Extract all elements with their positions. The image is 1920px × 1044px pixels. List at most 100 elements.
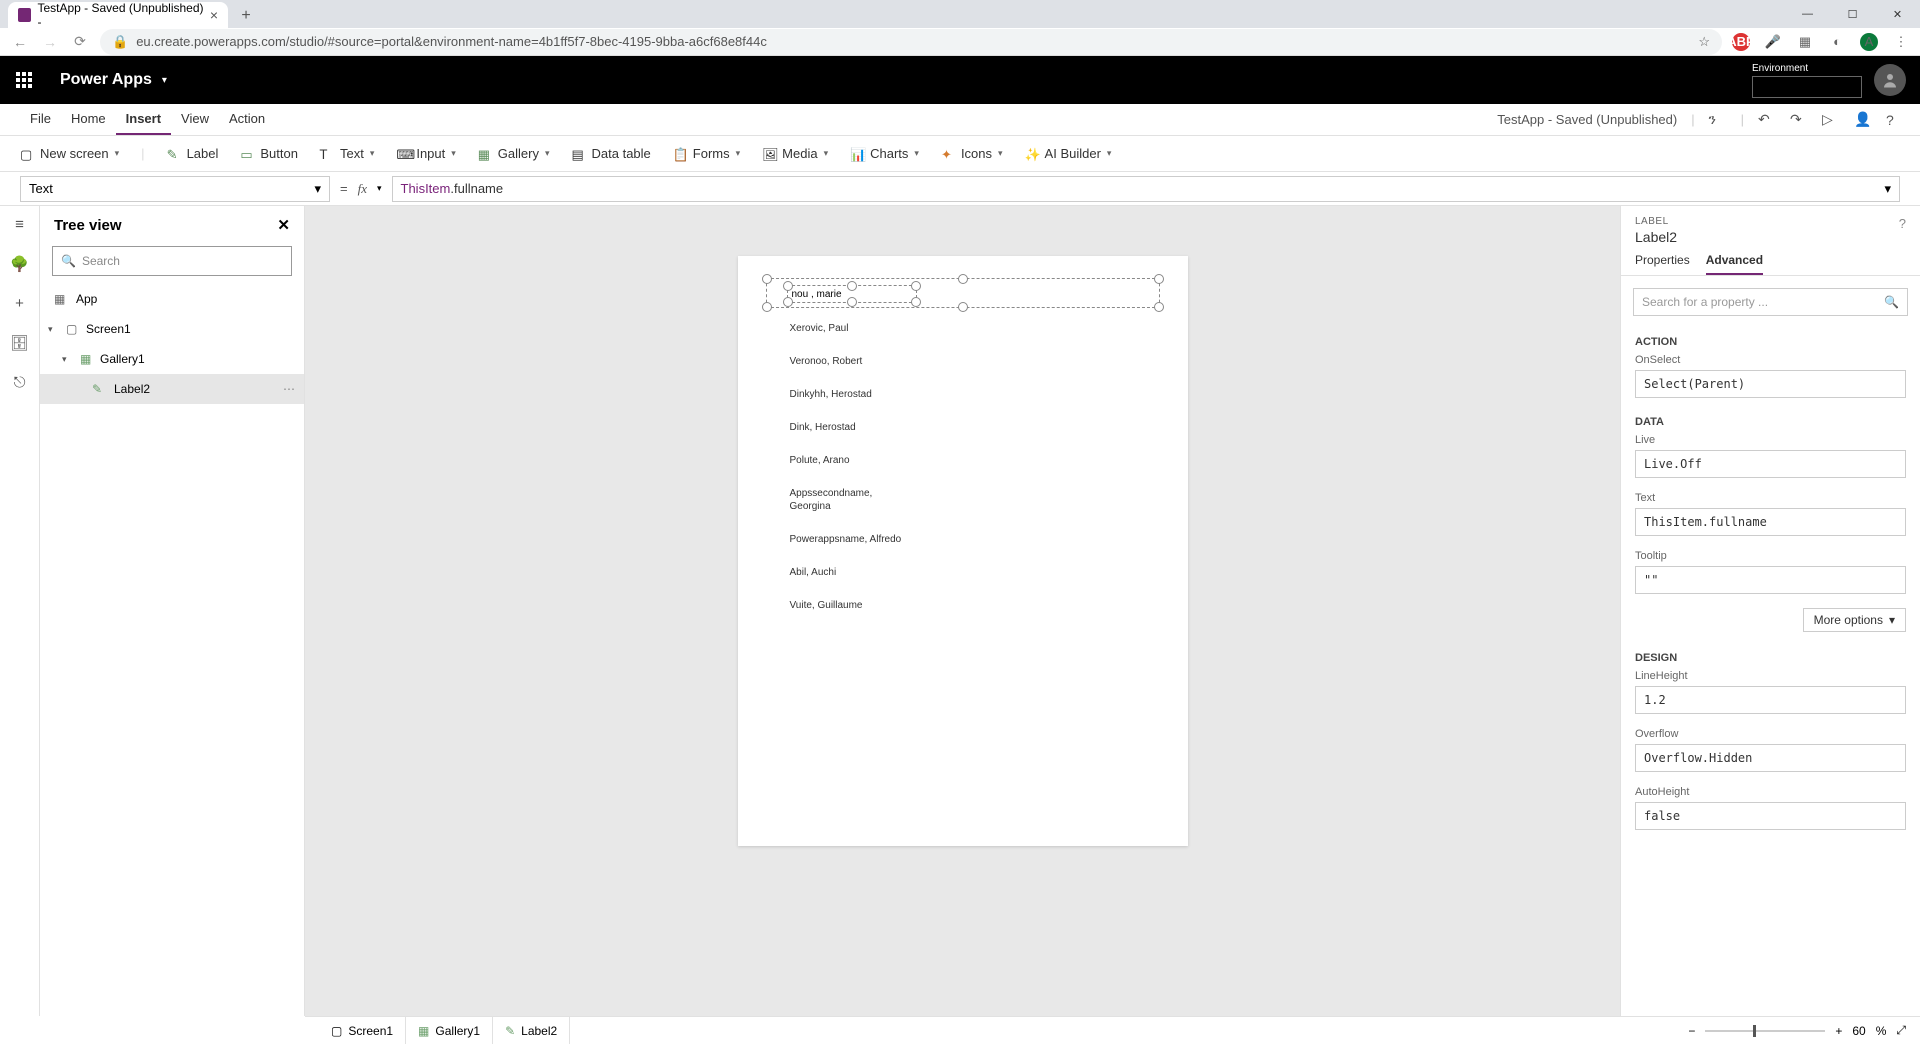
more-icon[interactable]: ⋯: [283, 382, 296, 396]
browser-tab[interactable]: TestApp - Saved (Unpublished) - ×: [8, 2, 228, 28]
more-options-button[interactable]: More options ▾: [1803, 608, 1906, 632]
insert-icon[interactable]: +: [15, 295, 24, 312]
user-avatar[interactable]: [1874, 64, 1906, 96]
tree-node-gallery[interactable]: ▾ ▦ Gallery1: [40, 344, 304, 374]
play-icon[interactable]: ▷: [1822, 111, 1840, 128]
resize-handle[interactable]: [911, 281, 921, 291]
close-window-icon[interactable]: ✕: [1875, 0, 1920, 28]
undo-icon[interactable]: ↶: [1758, 111, 1776, 128]
resize-handle[interactable]: [1154, 274, 1164, 284]
ext-icon-2[interactable]: ◐: [1828, 33, 1846, 51]
brand-caret-icon[interactable]: ▾: [162, 75, 167, 86]
help-icon[interactable]: ?: [1886, 112, 1904, 128]
gallery-item[interactable]: Appssecondname, Georgina: [766, 477, 886, 523]
property-search[interactable]: Search for a property ... 🔍: [1633, 288, 1908, 316]
menu-insert[interactable]: Insert: [116, 104, 171, 135]
tree-node-app[interactable]: ▦ App: [40, 284, 304, 314]
menu-icon[interactable]: ⋮: [1892, 33, 1910, 51]
star-icon[interactable]: ☆: [1698, 34, 1710, 50]
breadcrumb-screen[interactable]: ▢ Screen1: [319, 1017, 406, 1044]
tab-close-icon[interactable]: ×: [210, 7, 218, 23]
gallery-template-row[interactable]: nou , marie: [766, 278, 1160, 308]
resize-handle[interactable]: [958, 274, 968, 284]
input-button[interactable]: ⌨Input▾: [396, 146, 455, 161]
media-rail-icon[interactable]: ⎋: [14, 374, 26, 391]
gallery-item[interactable]: Powerappsname, Alfredo: [766, 523, 1160, 556]
app-checker-icon[interactable]: ን: [1709, 111, 1727, 128]
fit-icon[interactable]: ⤢: [1896, 1023, 1906, 1038]
gallery-button[interactable]: ▦Gallery▾: [478, 146, 550, 161]
ext-icon-1[interactable]: ▦: [1796, 33, 1814, 51]
gallery-item[interactable]: Dinkyhh, Herostad: [766, 378, 1160, 411]
autoheight-input[interactable]: false: [1635, 802, 1906, 830]
lineheight-input[interactable]: 1.2: [1635, 686, 1906, 714]
media-button[interactable]: 🖼Media▾: [762, 146, 828, 161]
breadcrumb-label[interactable]: ✎ Label2: [493, 1017, 570, 1044]
zoom-slider[interactable]: [1705, 1030, 1825, 1032]
label-button[interactable]: ✎Label: [167, 146, 219, 161]
text-button[interactable]: ᎢText▾: [320, 146, 374, 161]
abp-icon[interactable]: ABP: [1732, 33, 1750, 51]
help-panel-icon[interactable]: ?: [1899, 216, 1906, 231]
redo-icon[interactable]: ↷: [1790, 111, 1808, 128]
menu-view[interactable]: View: [171, 104, 219, 135]
profile-avatar[interactable]: A: [1860, 33, 1878, 51]
chevron-down-icon[interactable]: ▾: [1884, 181, 1891, 197]
text-input[interactable]: ThisItem.fullname: [1635, 508, 1906, 536]
chevron-down-icon[interactable]: ▾: [377, 183, 382, 194]
chevron-down-icon[interactable]: ▾: [48, 324, 60, 335]
new-screen-button[interactable]: ▢New screen▾: [20, 146, 119, 161]
canvas-area[interactable]: nou , marie Xerovic, Paul Veronoo, Rober…: [305, 206, 1620, 1016]
tree-search[interactable]: 🔍 Search: [52, 246, 292, 276]
reload-icon[interactable]: ⟳: [70, 33, 90, 50]
close-panel-icon[interactable]: ✕: [277, 216, 290, 234]
resize-handle[interactable]: [911, 297, 921, 307]
overflow-input[interactable]: Overflow.Hidden: [1635, 744, 1906, 772]
address-bar[interactable]: 🔒 eu.create.powerapps.com/studio/#source…: [100, 29, 1722, 55]
resize-handle[interactable]: [958, 302, 968, 312]
ai-builder-button[interactable]: ✨AI Builder▾: [1025, 146, 1112, 161]
resize-handle[interactable]: [847, 281, 857, 291]
breadcrumb-gallery[interactable]: ▦ Gallery1: [406, 1017, 493, 1044]
tab-advanced[interactable]: Advanced: [1706, 253, 1763, 275]
new-tab-button[interactable]: +: [234, 4, 258, 28]
formula-input[interactable]: ThisItem.fullname ▾: [392, 176, 1900, 202]
data-table-button[interactable]: ▤Data table: [572, 146, 651, 161]
live-input[interactable]: Live.Off: [1635, 450, 1906, 478]
back-icon[interactable]: ←: [10, 34, 30, 50]
resize-handle[interactable]: [762, 302, 772, 312]
mic-icon[interactable]: 🎤: [1764, 33, 1782, 51]
menu-file[interactable]: File: [20, 104, 61, 135]
canvas-screen[interactable]: nou , marie Xerovic, Paul Veronoo, Rober…: [738, 256, 1188, 846]
chevron-down-icon[interactable]: ▾: [62, 354, 74, 365]
hamburger-icon[interactable]: ≡: [15, 216, 24, 233]
data-icon[interactable]: 🗄: [10, 334, 29, 352]
forward-icon[interactable]: →: [40, 34, 60, 50]
minimize-icon[interactable]: —: [1785, 0, 1830, 28]
forms-button[interactable]: 📋Forms▾: [673, 146, 740, 161]
tree-node-label[interactable]: ✎ Label2 ⋯: [40, 374, 304, 404]
resize-handle[interactable]: [1154, 302, 1164, 312]
menu-home[interactable]: Home: [61, 104, 116, 135]
gallery-item[interactable]: Veronoo, Robert: [766, 345, 1160, 378]
menu-action[interactable]: Action: [219, 104, 275, 135]
gallery-item[interactable]: Polute, Arano: [766, 444, 1160, 477]
waffle-button[interactable]: [0, 56, 48, 104]
maximize-icon[interactable]: ☐: [1830, 0, 1875, 28]
environment-region[interactable]: Environment: [1752, 63, 1862, 98]
tree-view-icon[interactable]: 🌳: [10, 255, 29, 273]
gallery-item[interactable]: Vuite, Guillaume: [766, 589, 1160, 622]
zoom-in-icon[interactable]: +: [1835, 1024, 1842, 1038]
tree-node-screen[interactable]: ▾ ▢ Screen1: [40, 314, 304, 344]
resize-handle[interactable]: [762, 274, 772, 284]
tab-properties[interactable]: Properties: [1635, 253, 1690, 275]
gallery-item[interactable]: Abil, Auchi: [766, 556, 1160, 589]
tooltip-input[interactable]: "": [1635, 566, 1906, 594]
icons-button[interactable]: ✦Icons▾: [941, 146, 1003, 161]
selected-label[interactable]: nou , marie: [787, 285, 917, 303]
gallery-item[interactable]: Xerovic, Paul: [766, 312, 1160, 345]
gallery-item[interactable]: Dink, Herostad: [766, 411, 1160, 444]
onselect-input[interactable]: Select(Parent): [1635, 370, 1906, 398]
resize-handle[interactable]: [847, 297, 857, 307]
zoom-out-icon[interactable]: −: [1688, 1024, 1695, 1038]
